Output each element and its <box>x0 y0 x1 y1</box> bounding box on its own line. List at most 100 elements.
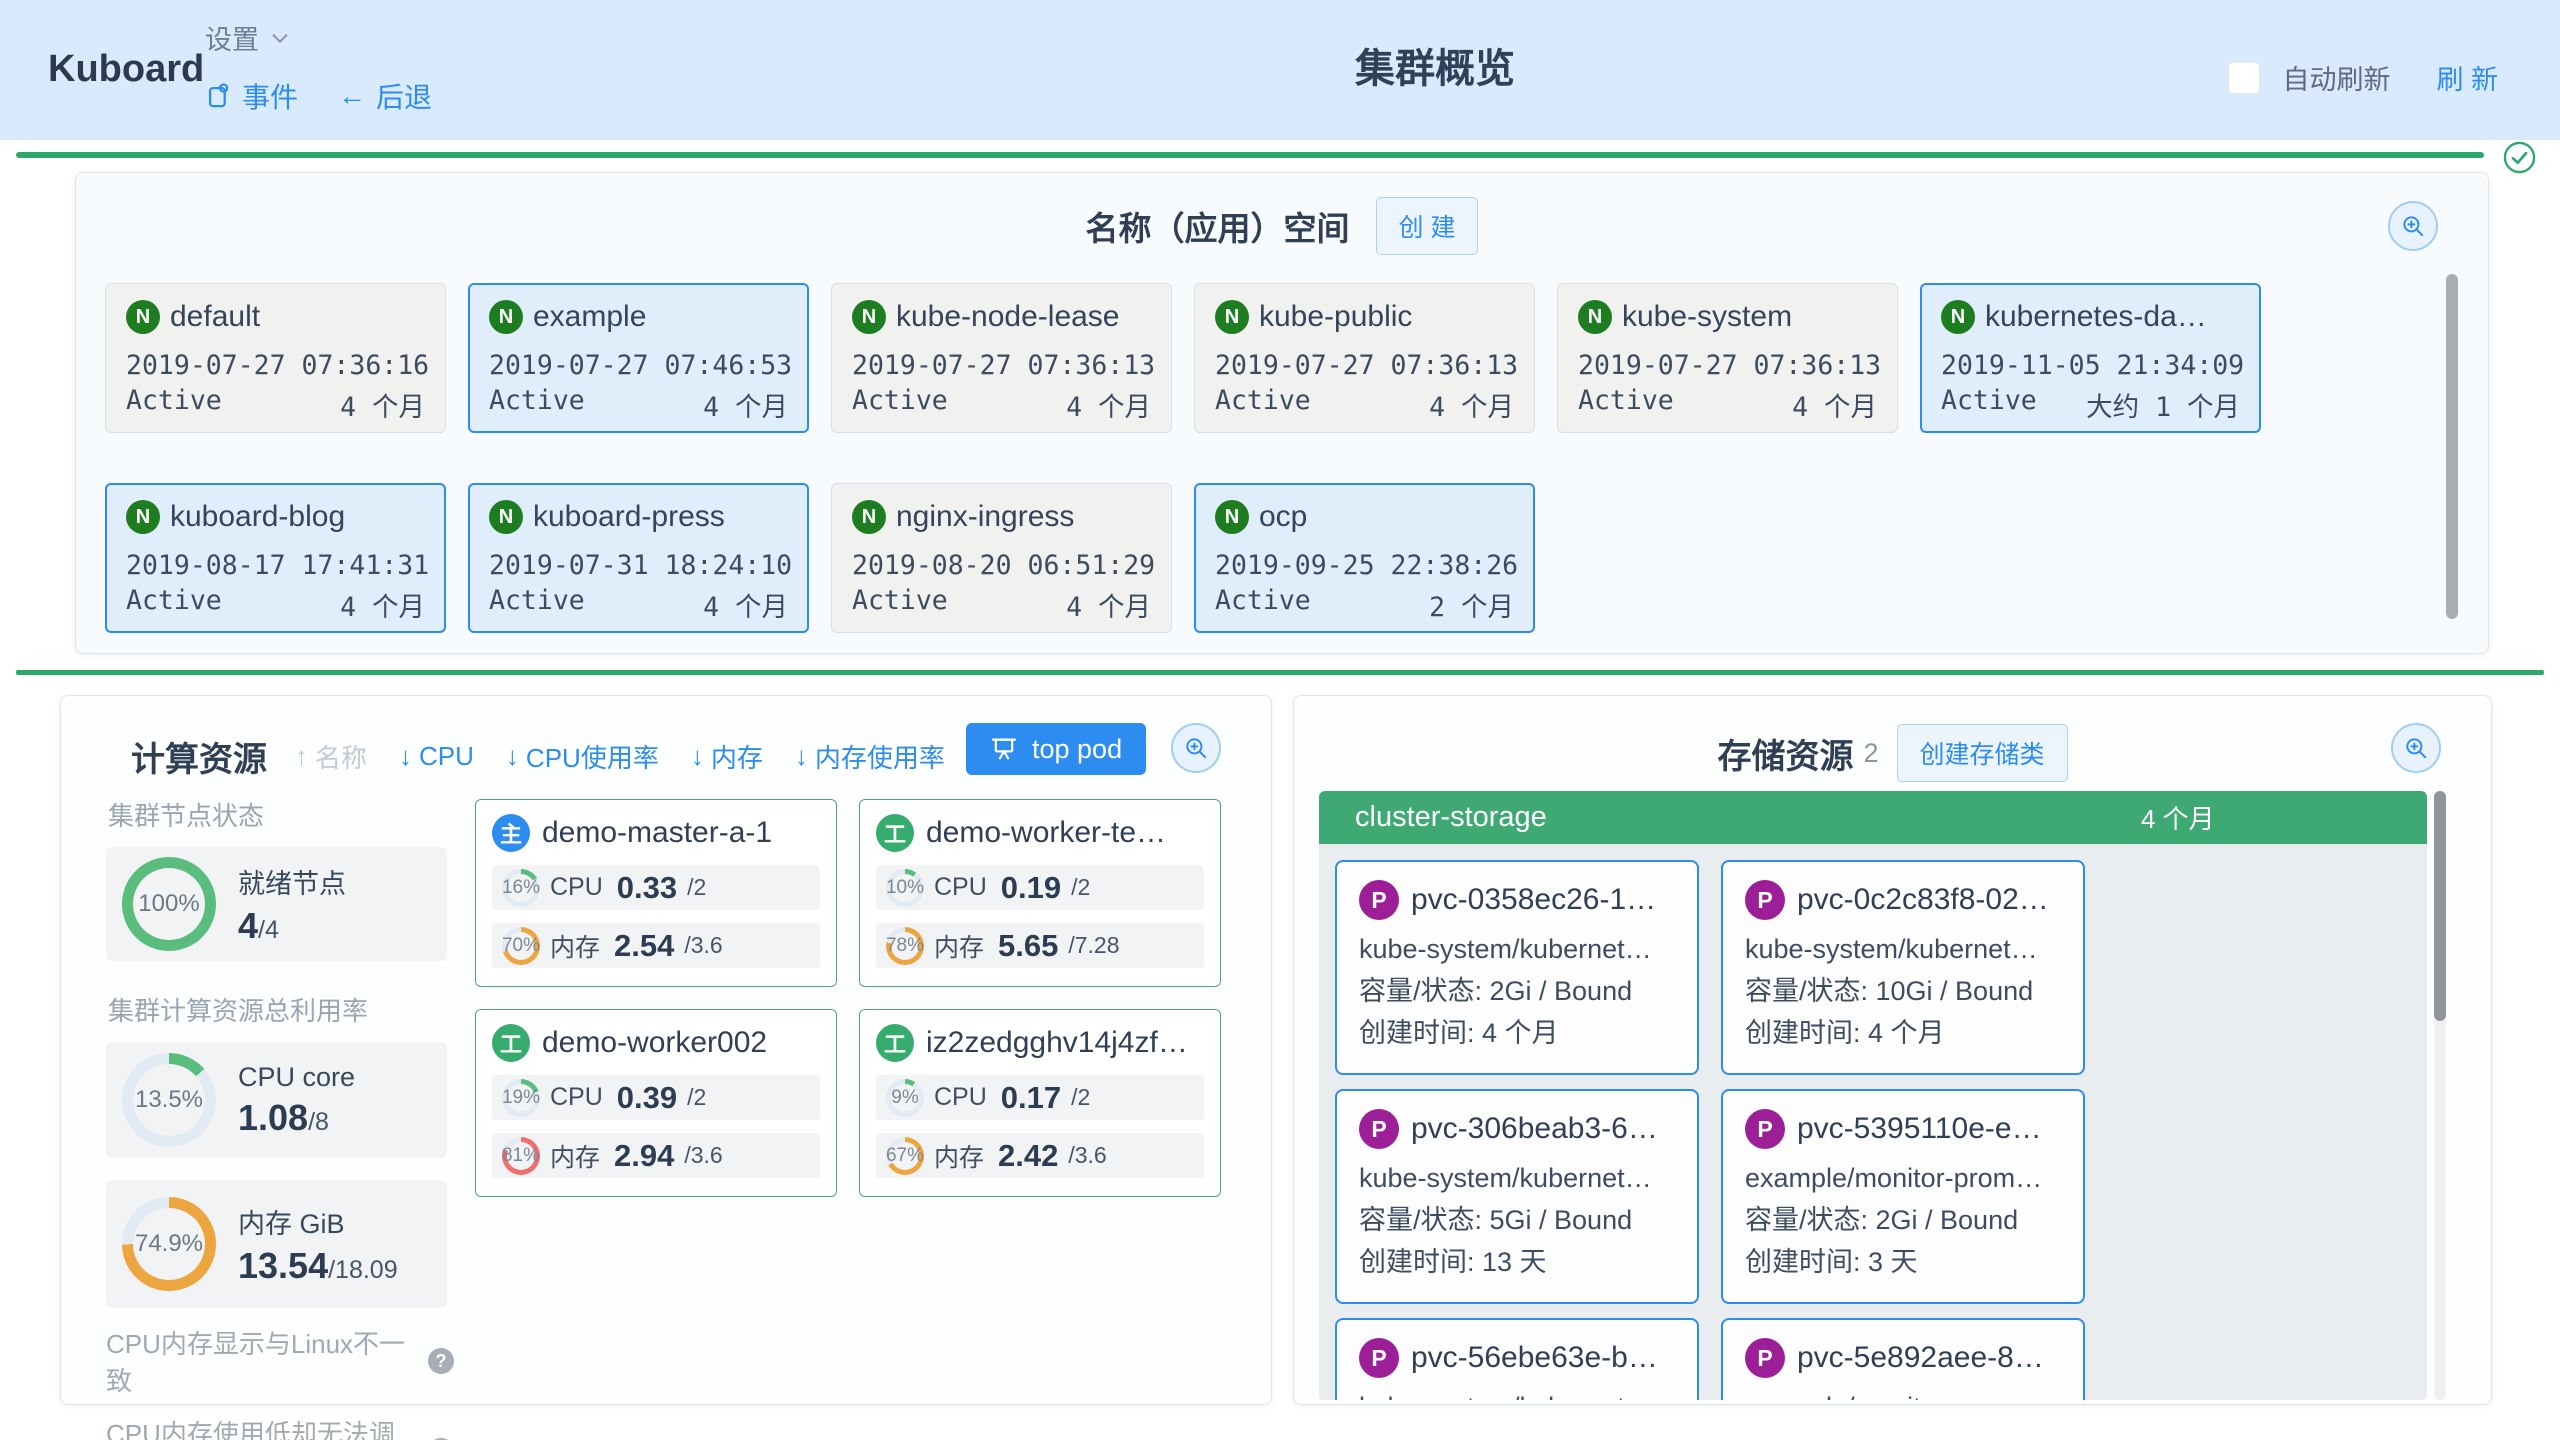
node-memory-total: /7.28 <box>1068 932 1119 959</box>
namespace-name: kube-system <box>1622 300 1792 334</box>
namespace-icon: N <box>1215 300 1249 334</box>
node-cpu-row: 10%CPU0.19/2 <box>876 865 1204 910</box>
node-memory-gauge: 78% <box>886 927 924 965</box>
pvc-name: pvc-0c2c83f8-02… <box>1797 883 2049 917</box>
sort-label: CPU <box>419 741 474 772</box>
storage-zoom-button[interactable] <box>2391 723 2441 773</box>
auto-refresh-checkbox[interactable] <box>2228 62 2260 94</box>
namespace-name: kubernetes-da… <box>1985 300 2207 334</box>
node-cpu-used: 0.39 <box>617 1080 677 1116</box>
pvc-card[interactable]: Ppvc-5395110e-e…example/monitor-prom…容量/… <box>1721 1089 2085 1304</box>
sort-arrow-icon: ↓ <box>691 741 704 772</box>
pvc-card[interactable]: Ppvc-306beab3-6…kube-system/kubernet…容量/… <box>1335 1089 1699 1304</box>
back-label: 后退 <box>376 76 432 116</box>
namespace-card[interactable]: Nexample2019-07-27 07:46:53Active4 个月 <box>468 283 809 433</box>
sort-名称[interactable]: ↑名称 <box>295 738 367 775</box>
namespace-card[interactable]: Ndefault2019-07-27 07:36:16Active4 个月 <box>105 283 446 433</box>
node-memory-used: 2.42 <box>998 1138 1058 1174</box>
storage-panel-header: 存储资源 2 创建存储类 <box>1294 724 2491 782</box>
namespace-status: Active <box>489 585 585 624</box>
gauge-percent: 9% <box>891 1087 918 1109</box>
namespace-card[interactable]: Nkuboard-blog2019-08-17 17:41:31Active4 … <box>105 483 446 633</box>
namespace-icon: N <box>1215 500 1249 534</box>
storage-class-bar[interactable]: cluster-storage 4 个月 <box>1319 791 2427 844</box>
namespace-card[interactable]: Nkube-system2019-07-27 07:36:13Active4 个… <box>1557 283 1898 433</box>
namespaces-zoom-button[interactable] <box>2388 201 2438 251</box>
sort-arrow-icon: ↓ <box>506 741 519 772</box>
pvc-card-header: Ppvc-56ebe63e-b… <box>1359 1338 1675 1378</box>
header-links: 事件 ← 后退 <box>205 76 432 116</box>
ready-nodes-gauge: 100% <box>122 857 216 951</box>
namespaces-scrollbar[interactable] <box>2446 274 2458 619</box>
pvc-name: pvc-306beab3-6… <box>1411 1112 1658 1146</box>
node-memory-gauge: 70% <box>502 927 540 965</box>
namespace-card[interactable]: Nkuboard-press2019-07-31 18:24:10Active4… <box>468 483 809 633</box>
footnote-text: CPU内存使用低却无法调度 <box>106 1414 420 1440</box>
node-card[interactable]: 工demo-worker-te…10%CPU0.19/278%内存5.65/7.… <box>859 799 1221 987</box>
namespace-name: example <box>533 300 646 334</box>
namespace-status-row: Active4 个月 <box>489 385 788 424</box>
node-memory-row: 70%内存2.54/3.6 <box>492 923 820 968</box>
compute-zoom-button[interactable] <box>1171 723 1221 773</box>
node-card-header: 工demo-worker002 <box>492 1024 820 1062</box>
sort-CPU使用率[interactable]: ↓CPU使用率 <box>506 738 659 775</box>
namespace-age: 大约 1 个月 <box>2086 385 2240 424</box>
namespace-card[interactable]: Nocp2019-09-25 22:38:26Active2 个月 <box>1194 483 1535 633</box>
create-storage-class-button[interactable]: 创建存储类 <box>1897 724 2068 782</box>
node-card-header: 主demo-master-a-1 <box>492 814 820 852</box>
sort-label: 内存 <box>711 738 763 775</box>
help-icon[interactable]: ? <box>428 1348 454 1374</box>
node-card[interactable]: 工demo-worker00219%CPU0.39/281%内存2.94/3.6 <box>475 1009 837 1197</box>
namespace-created: 2019-07-27 07:36:13 <box>1578 350 1877 381</box>
namespace-status-row: Active4 个月 <box>1578 385 1877 424</box>
auto-refresh-label: 自动刷新 <box>2282 58 2390 97</box>
create-namespace-button[interactable]: 创 建 <box>1376 197 1479 255</box>
kuboard-logo[interactable]: Kuboard <box>48 48 204 91</box>
gauge-percent: 19% <box>502 1087 540 1109</box>
node-card[interactable]: 工iz2zedgghv14j4zf…9%CPU0.17/267%内存2.42/3… <box>859 1009 1221 1197</box>
cpu-value: 1.08/8 <box>238 1097 355 1139</box>
sort-内存[interactable]: ↓内存 <box>691 738 763 775</box>
namespace-card[interactable]: Nkubernetes-da…2019-11-05 21:34:09Active… <box>1920 283 2261 433</box>
top-pod-button[interactable]: top pod <box>966 723 1146 775</box>
namespaces-title: 名称（应用）空间 <box>1086 202 1350 250</box>
sort-CPU[interactable]: ↓CPU <box>399 741 474 772</box>
gauge-percent: 10% <box>886 877 924 899</box>
namespace-name: kuboard-press <box>533 500 725 534</box>
settings-menu[interactable]: 设置 <box>205 18 291 57</box>
utilization-label: 集群计算资源总利用率 <box>108 991 454 1028</box>
namespace-card[interactable]: Nkube-node-lease2019-07-27 07:36:13Activ… <box>831 283 1172 433</box>
node-card[interactable]: 主demo-master-a-116%CPU0.33/270%内存2.54/3.… <box>475 799 837 987</box>
pvc-name: pvc-0358ec26-1… <box>1411 883 1656 917</box>
namespace-name: kuboard-blog <box>170 500 345 534</box>
namespace-name: default <box>170 300 260 334</box>
namespace-icon: N <box>126 500 160 534</box>
pvc-card[interactable]: Ppvc-56ebe63e-b…kube-system/kubernet… <box>1335 1318 1699 1400</box>
pvc-card[interactable]: Ppvc-0358ec26-1…kube-system/kubernet…容量/… <box>1335 860 1699 1075</box>
namespace-status-row: Active2 个月 <box>1215 585 1514 624</box>
node-cpu-gauge: 9% <box>886 1079 924 1117</box>
namespace-card-header: Nkubernetes-da… <box>1941 300 2240 334</box>
pvc-name: pvc-5395110e-e… <box>1797 1112 2042 1146</box>
pvc-icon: P <box>1745 1338 1785 1378</box>
storage-scrollbar[interactable] <box>2434 791 2446 1021</box>
sort-内存使用率[interactable]: ↓内存使用率 <box>795 738 945 775</box>
node-memory-row: 67%内存2.42/3.6 <box>876 1133 1204 1178</box>
namespace-card[interactable]: Nkube-public2019-07-27 07:36:13Active4 个… <box>1194 283 1535 433</box>
node-name: demo-master-a-1 <box>542 816 772 850</box>
back-link[interactable]: ← 后退 <box>338 76 432 116</box>
ready-nodes-value: 4/4 <box>238 905 346 947</box>
pvc-card[interactable]: Ppvc-0c2c83f8-02…kube-system/kubernet…容量… <box>1721 860 2085 1075</box>
node-memory-row: 81%内存2.94/3.6 <box>492 1133 820 1178</box>
node-name: iz2zedgghv14j4zf… <box>926 1026 1188 1060</box>
pvc-card[interactable]: Ppvc-5e892aee-8…example/monitor-prom… <box>1721 1318 2085 1400</box>
namespace-created: 2019-07-27 07:46:53 <box>489 350 788 381</box>
namespace-card-header: Nocp <box>1215 500 1514 534</box>
pvc-detail-line: 创建时间: 13 天 <box>1359 1241 1675 1283</box>
namespace-card-header: Nkuboard-blog <box>126 500 425 534</box>
events-link[interactable]: 事件 <box>205 76 298 116</box>
pvc-icon: P <box>1745 1109 1785 1149</box>
pvc-card-header: Ppvc-306beab3-6… <box>1359 1109 1675 1149</box>
namespace-card[interactable]: Nnginx-ingress2019-08-20 06:51:29Active4… <box>831 483 1172 633</box>
refresh-button[interactable]: 刷 新 <box>2436 58 2498 97</box>
